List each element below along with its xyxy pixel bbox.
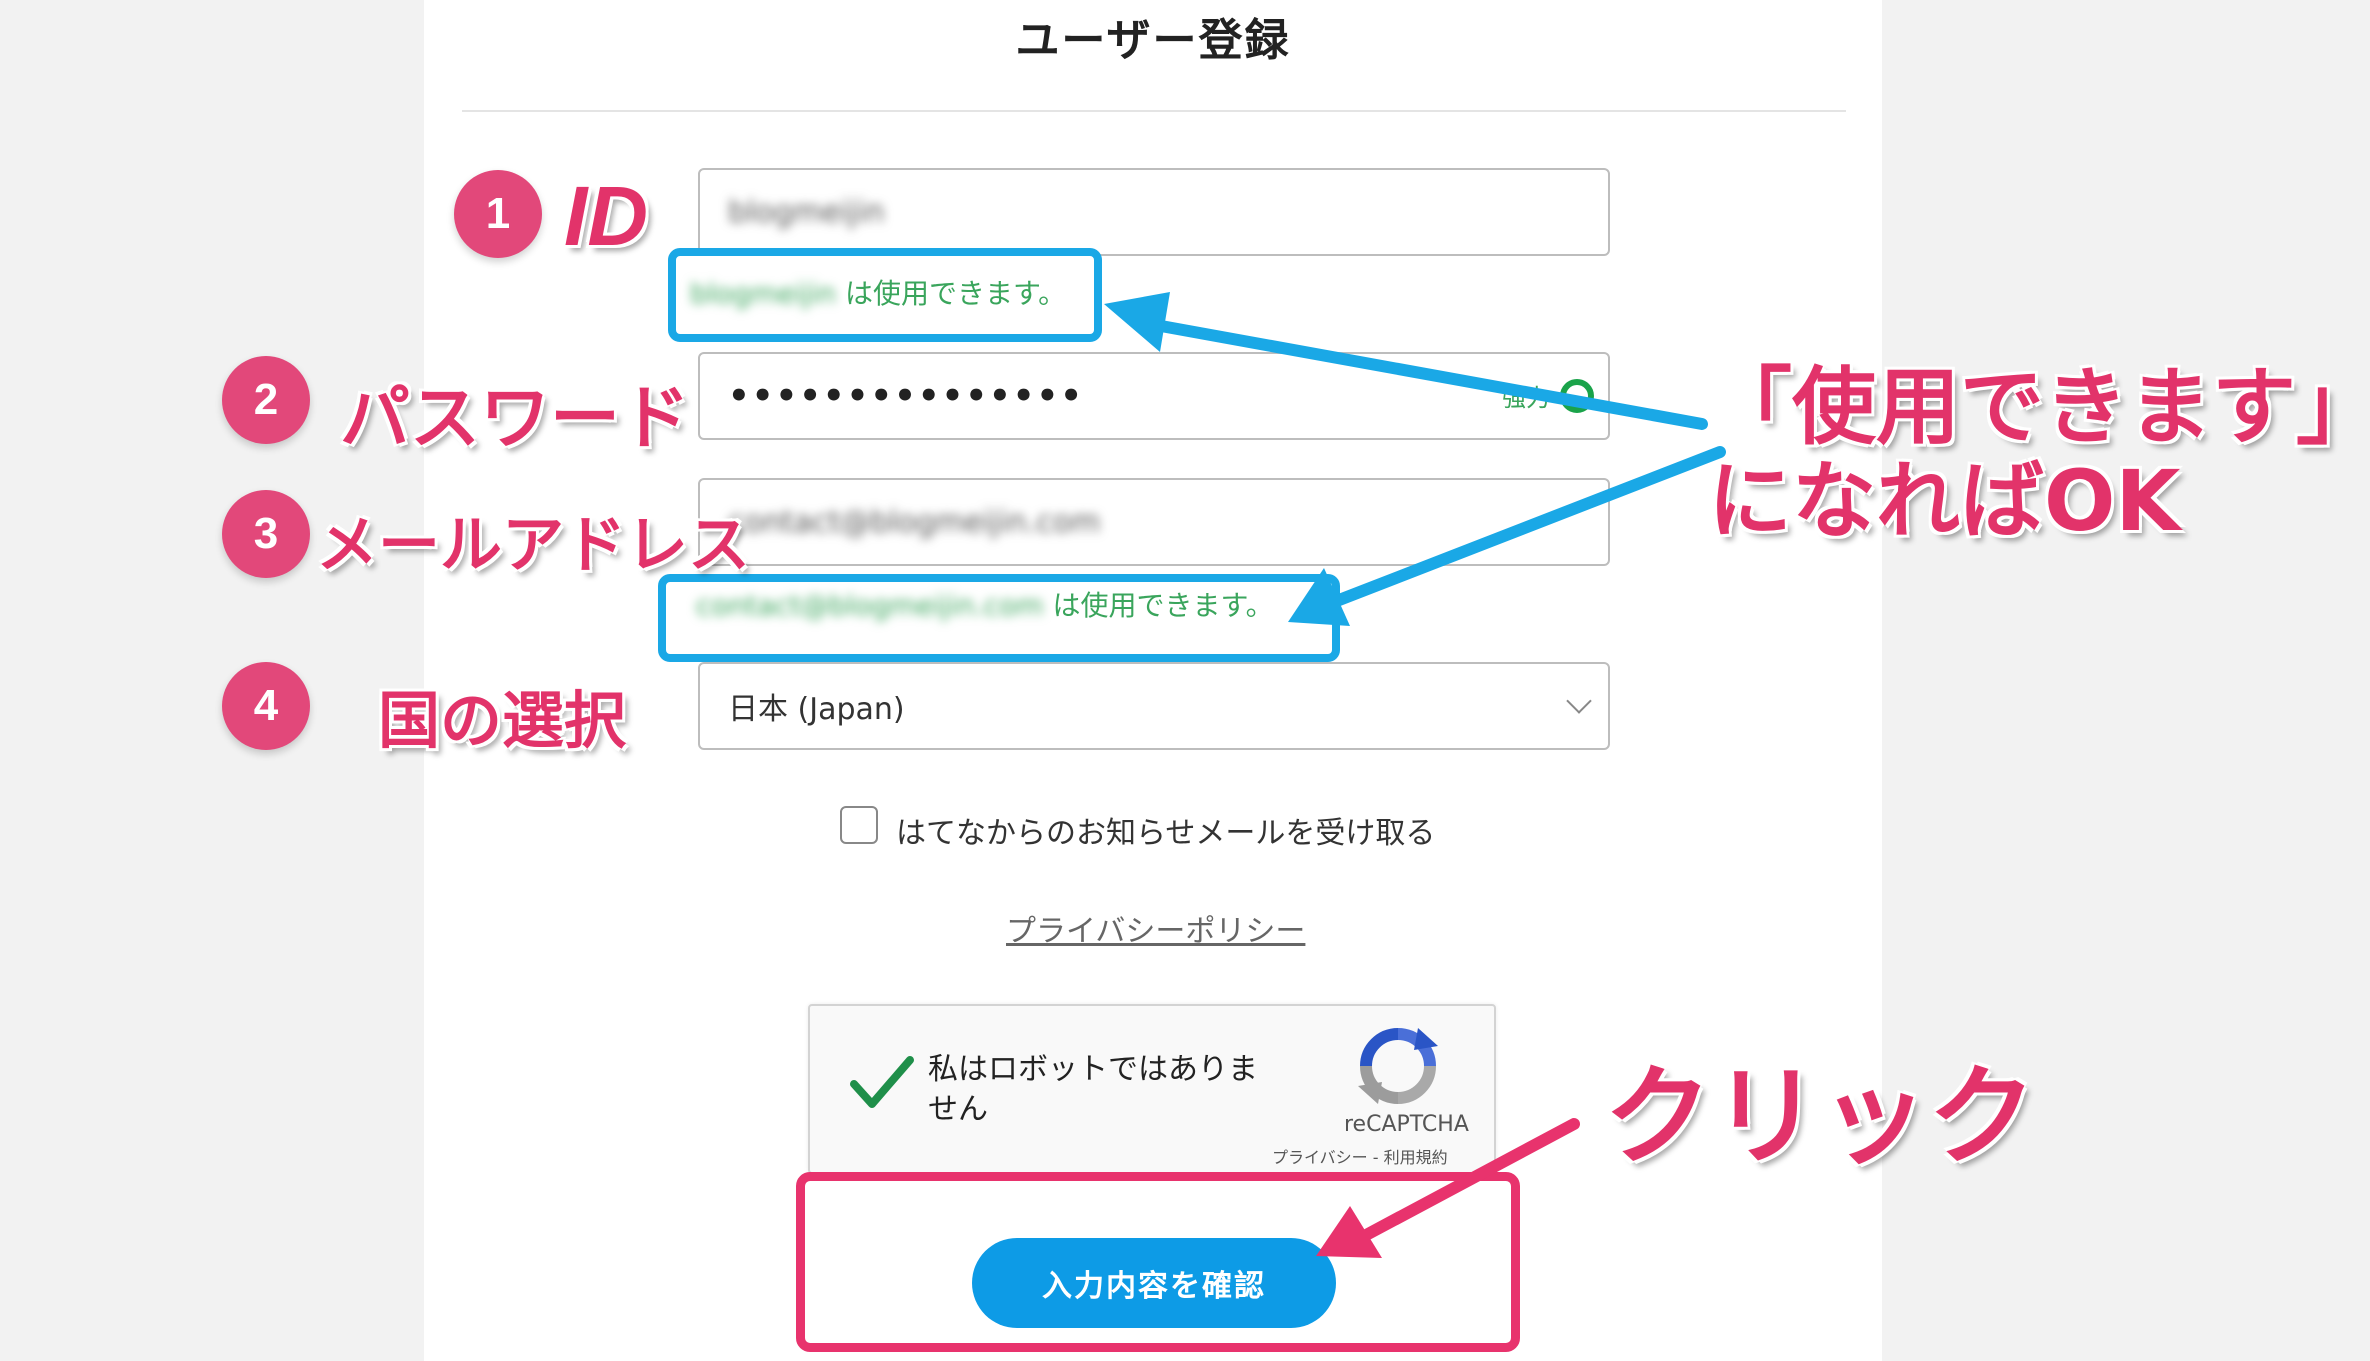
annotation-arrows <box>1104 292 1726 1258</box>
arrow-to-submit <box>1362 1118 1580 1240</box>
arrow-head-id <box>1104 292 1170 352</box>
arrow-to-email-availability <box>1328 446 1726 608</box>
arrow-to-id-availability <box>1144 318 1708 430</box>
screen: ユーザー登録 blogmeijin blogmeijin は使用できます。 ••… <box>0 0 2370 1361</box>
